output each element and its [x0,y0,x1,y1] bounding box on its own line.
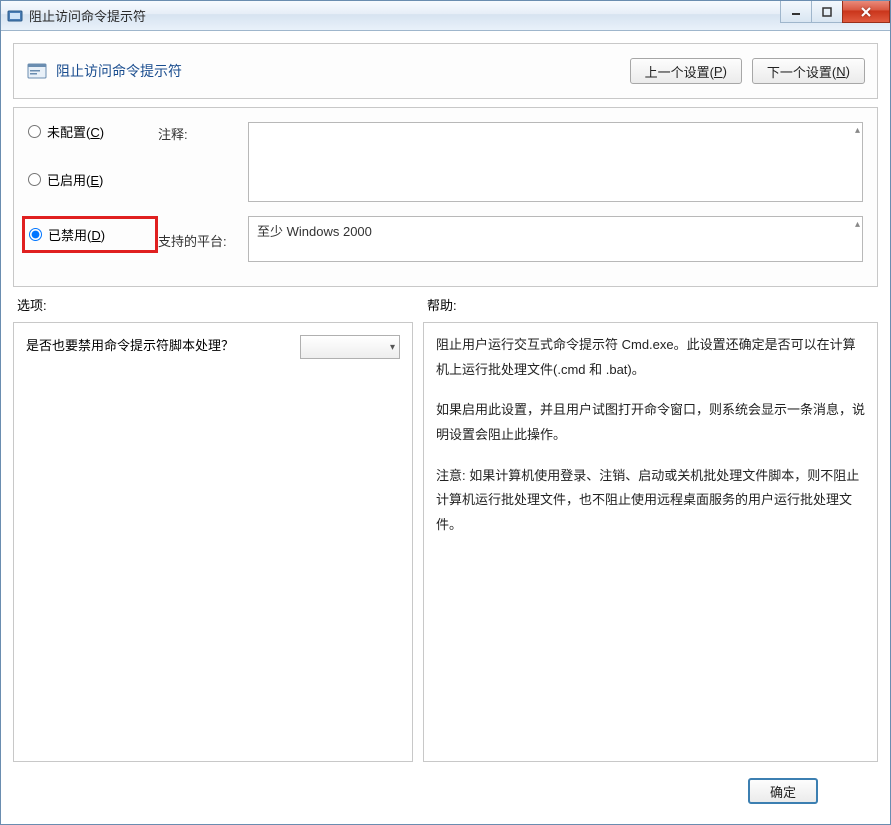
radio-disabled-label: 已禁用(D) [48,225,105,244]
platform-value: 至少 Windows 2000 [257,224,372,239]
policy-title: 阻止访问命令提示符 [56,61,182,81]
radio-enabled-input[interactable] [28,173,41,186]
radio-enabled-label: 已启用(E) [47,170,103,189]
help-paragraph: 如果启用此设置，并且用户试图打开命令窗口，则系统会显示一条消息，说明设置会阻止此… [436,398,865,447]
prev-btn-text: 上一个设置( [645,62,714,81]
app-icon [7,8,23,24]
header-panel: 阻止访问命令提示符 上一个设置(P) 下一个设置(N) [13,43,878,99]
radio-not-configured-input[interactable] [28,125,41,138]
footer: 确定 [13,770,878,812]
window-controls [781,1,890,23]
window-title: 阻止访问命令提示符 [29,6,146,25]
prev-btn-key: P [714,64,723,79]
scroll-up-icon[interactable]: ▴ [855,125,860,136]
ok-button[interactable]: 确定 [748,778,818,804]
lower-row: 是否也要禁用命令提示符脚本处理？ ▾ 阻止用户运行交互式命令提示符 Cmd.ex… [13,322,878,762]
next-btn-key: N [836,64,845,79]
maximize-button[interactable] [811,1,843,23]
scroll-up-icon[interactable]: ▴ [855,219,860,230]
chevron-down-icon: ▾ [390,342,395,353]
radio-not-configured[interactable]: 未配置(C) [28,122,158,141]
help-paragraph: 阻止用户运行交互式命令提示符 Cmd.exe。此设置还确定是否可以在计算机上运行… [436,333,865,382]
next-btn-text: 下一个设置( [767,62,836,81]
radio-not-configured-label: 未配置(C) [47,122,104,141]
platform-box[interactable]: 至少 Windows 2000 ▴ [248,216,863,262]
help-section-label: 帮助: [427,295,457,314]
prev-btn-end: ) [723,64,727,79]
comment-label: 注释: [158,122,248,143]
minimize-button[interactable] [780,1,812,23]
option-combobox[interactable]: ▾ [300,335,400,359]
option-question: 是否也要禁用命令提示符脚本处理？ [26,335,290,354]
platform-label: 支持的平台: [158,229,248,250]
config-panel: 未配置(C) 注释: ▴ 已启用(E) 已禁用(D) 支持的平台: 至少 Win… [13,107,878,287]
radio-disabled-input[interactable] [29,228,42,241]
help-panel: 阻止用户运行交互式命令提示符 Cmd.exe。此设置还确定是否可以在计算机上运行… [423,322,878,762]
options-panel: 是否也要禁用命令提示符脚本处理？ ▾ [13,322,413,762]
previous-setting-button[interactable]: 上一个设置(P) [630,58,742,84]
section-labels: 选项: 帮助: [13,295,878,314]
next-btn-end: ) [846,64,850,79]
close-button[interactable] [842,1,890,23]
policy-editor-window: 阻止访问命令提示符 阻止访问命令提示符 上一个设置(P) [0,0,891,825]
content-area: 阻止访问命令提示符 上一个设置(P) 下一个设置(N) 未配置(C) 注释: ▴ [1,31,890,824]
next-setting-button[interactable]: 下一个设置(N) [752,58,865,84]
options-section-label: 选项: [17,295,427,314]
radio-disabled[interactable]: 已禁用(D) [22,216,158,253]
radio-enabled[interactable]: 已启用(E) [28,170,158,189]
policy-icon [26,60,48,82]
help-paragraph: 注意: 如果计算机使用登录、注销、启动或关机批处理文件脚本，则不阻止计算机运行批… [436,464,865,538]
titlebar[interactable]: 阻止访问命令提示符 [1,1,890,31]
comment-textarea[interactable]: ▴ [248,122,863,202]
